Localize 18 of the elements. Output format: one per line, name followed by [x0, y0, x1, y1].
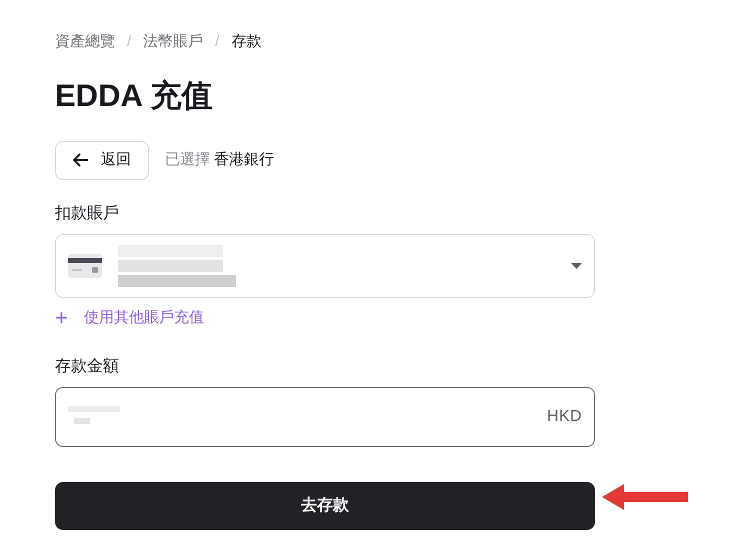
- account-dropdown[interactable]: [55, 234, 595, 298]
- breadcrumb-link[interactable]: 存款: [231, 30, 262, 54]
- amount-input[interactable]: HKD: [55, 387, 595, 447]
- back-button[interactable]: 返回: [55, 140, 149, 180]
- back-arrow-icon: [73, 153, 89, 167]
- breadcrumb-separator: /: [127, 32, 132, 52]
- breadcrumb-link[interactable]: 資產總覽: [55, 30, 115, 54]
- breadcrumb-link[interactable]: 法幣賬戶: [143, 30, 204, 54]
- bank-card-icon: [68, 254, 102, 278]
- deposit-button[interactable]: 去存款: [55, 482, 595, 530]
- dropdown-caret-icon: [571, 263, 582, 269]
- currency-label: HKD: [547, 407, 582, 427]
- field-label: 存款金額: [55, 356, 119, 377]
- add-account-link[interactable]: + 使用其他賬戶充值: [55, 306, 204, 330]
- field-label: 扣款賬戶: [55, 204, 119, 224]
- selected-bank-text: 已選擇 香港銀行: [165, 150, 274, 170]
- breadcrumb-separator: /: [215, 32, 220, 52]
- page-title: EDDA 充值: [55, 77, 212, 115]
